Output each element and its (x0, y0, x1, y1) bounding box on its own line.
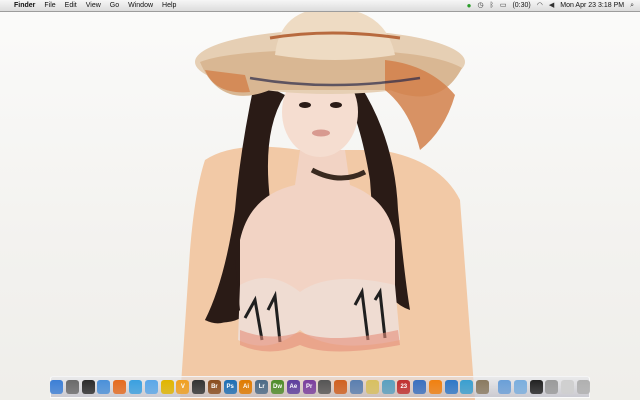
dashboard-icon[interactable] (81, 380, 95, 394)
menu-go[interactable]: Go (110, 0, 119, 11)
textedit-icon[interactable] (365, 380, 379, 394)
after-effects-icon[interactable]: Ae (286, 380, 300, 394)
bridge-icon[interactable]: Br (207, 380, 221, 394)
disk-utility-icon[interactable] (545, 380, 559, 394)
time-machine-status-icon[interactable]: ◷ (478, 0, 484, 11)
preview-icon[interactable] (97, 380, 111, 394)
spotlight-icon[interactable]: ⌕ (630, 0, 634, 11)
network-icon[interactable] (334, 380, 348, 394)
wallpaper-photo (180, 8, 475, 400)
menu-help[interactable]: Help (162, 0, 176, 11)
terminal-icon[interactable] (529, 380, 543, 394)
dock: V Br Ps Ai Lr Dw Ae Pr 23 (50, 376, 590, 398)
battery-icon[interactable]: ▭ (500, 0, 507, 11)
photoshop-icon[interactable]: Ps (223, 380, 237, 394)
battery-time[interactable]: (0:30) (512, 0, 530, 11)
evernote-status-icon[interactable]: ● (467, 0, 472, 11)
dreamweaver-icon[interactable]: Dw (271, 380, 285, 394)
adium-icon[interactable] (160, 380, 174, 394)
ichat-icon[interactable] (144, 380, 158, 394)
system-preferences-icon[interactable] (65, 380, 79, 394)
vlc-icon[interactable]: V (176, 380, 190, 394)
clock[interactable]: Mon Apr 23 3:18 PM (560, 0, 624, 11)
itunes-icon[interactable] (444, 380, 458, 394)
illustrator-icon[interactable]: Ai (239, 380, 253, 394)
print-icon[interactable] (561, 380, 575, 394)
vlc-cone-icon[interactable] (428, 380, 442, 394)
automator-icon[interactable] (476, 380, 490, 394)
clapper-icon[interactable] (192, 380, 206, 394)
menu-file[interactable]: File (44, 0, 55, 11)
applications-folder-icon[interactable] (497, 380, 511, 394)
bluetooth-icon[interactable]: ᛒ (490, 0, 494, 11)
finder-icon[interactable] (50, 380, 64, 394)
lightroom-icon[interactable]: Lr (255, 380, 269, 394)
spotlight-icon[interactable] (413, 380, 427, 394)
time-machine-icon[interactable] (460, 380, 474, 394)
desktop[interactable] (0, 0, 640, 400)
dock-docs (497, 380, 592, 397)
grapher-icon[interactable] (381, 380, 395, 394)
calendar-icon[interactable]: 23 (397, 380, 411, 394)
documents-folder-icon[interactable] (513, 380, 527, 394)
firefox-icon[interactable] (113, 380, 127, 394)
menu-edit[interactable]: Edit (65, 0, 77, 11)
trash-icon[interactable] (576, 380, 590, 394)
wifi-icon[interactable]: ◠ (537, 0, 543, 11)
safari-icon[interactable] (129, 380, 143, 394)
dock-apps: V Br Ps Ai Lr Dw Ae Pr 23 (49, 380, 491, 397)
pen-tool-icon[interactable] (318, 380, 332, 394)
menu-bar: Finder File Edit View Go Window Help ● ◷… (0, 0, 640, 12)
menu-finder[interactable]: Finder (14, 0, 35, 11)
script-editor-icon[interactable] (349, 380, 363, 394)
premiere-icon[interactable]: Pr (302, 380, 316, 394)
menu-view[interactable]: View (86, 0, 101, 11)
volume-icon[interactable]: ◀ (549, 0, 554, 11)
menu-window[interactable]: Window (128, 0, 153, 11)
